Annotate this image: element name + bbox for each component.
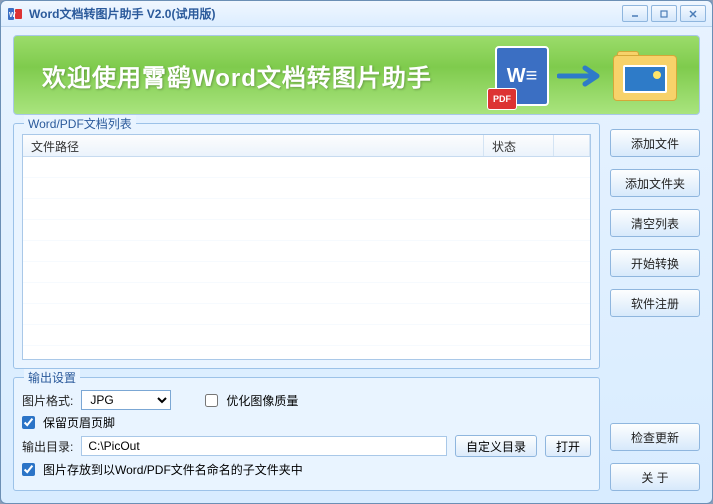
dir-label: 输出目录: xyxy=(22,438,73,455)
add-folder-button[interactable]: 添加文件夹 xyxy=(610,169,700,197)
header-footer-row: 保留页眉页脚 xyxy=(22,414,591,431)
custom-dir-button[interactable]: 自定义目录 xyxy=(455,435,537,457)
close-button[interactable] xyxy=(680,5,706,22)
filelist-legend: Word/PDF文档列表 xyxy=(24,115,136,132)
output-group: 输出设置 图片格式: JPG 优化图像质量 保留页眉页脚 输出目录: xyxy=(13,377,600,491)
main-window: W Word文档转图片助手 V2.0(试用版) 欢迎使用霄鹞Word文档转图片助… xyxy=(0,0,713,504)
register-button[interactable]: 软件注册 xyxy=(610,289,700,317)
file-table[interactable]: 文件路径 状态 xyxy=(22,134,591,360)
word-icon: PDF xyxy=(495,46,549,106)
keep-header-footer-checkbox[interactable] xyxy=(22,416,35,429)
banner-icons: PDF xyxy=(495,46,677,106)
folder-image-icon xyxy=(613,51,677,101)
output-legend: 输出设置 xyxy=(24,369,80,386)
titlebar: W Word文档转图片助手 V2.0(试用版) xyxy=(1,1,712,27)
about-button[interactable]: 关 于 xyxy=(610,463,700,491)
check-update-button[interactable]: 检查更新 xyxy=(610,423,700,451)
col-spacer-header xyxy=(554,135,590,156)
subfolder-row: 图片存放到以Word/PDF文件名命名的子文件夹中 xyxy=(22,461,591,478)
minimize-button[interactable] xyxy=(622,5,648,22)
subfolder-checkbox[interactable] xyxy=(22,463,35,476)
col-path-header[interactable]: 文件路径 xyxy=(23,135,484,156)
subfolder-label: 图片存放到以Word/PDF文件名命名的子文件夹中 xyxy=(43,461,303,478)
add-file-button[interactable]: 添加文件 xyxy=(610,129,700,157)
clear-list-button[interactable]: 清空列表 xyxy=(610,209,700,237)
side-button-column: 添加文件 添加文件夹 清空列表 开始转换 软件注册 检查更新 关 于 xyxy=(610,123,700,491)
format-label: 图片格式: xyxy=(22,392,73,409)
banner-text: 欢迎使用霄鹞Word文档转图片助手 xyxy=(42,58,432,93)
arrow-icon xyxy=(557,66,605,86)
filelist-group: Word/PDF文档列表 文件路径 状态 xyxy=(13,123,600,369)
file-table-body[interactable] xyxy=(23,157,590,359)
optimize-label: 优化图像质量 xyxy=(226,392,298,409)
left-column: Word/PDF文档列表 文件路径 状态 输出设置 图片格式: JPG xyxy=(13,123,600,491)
start-convert-button[interactable]: 开始转换 xyxy=(610,249,700,277)
dir-row: 输出目录: 自定义目录 打开 xyxy=(22,435,591,457)
open-dir-button[interactable]: 打开 xyxy=(545,435,591,457)
keep-header-footer-label: 保留页眉页脚 xyxy=(43,414,115,431)
format-select[interactable]: JPG xyxy=(81,390,171,410)
col-status-header[interactable]: 状态 xyxy=(484,135,554,156)
svg-text:W: W xyxy=(9,12,16,19)
maximize-button[interactable] xyxy=(651,5,677,22)
banner: 欢迎使用霄鹞Word文档转图片助手 PDF xyxy=(13,35,700,115)
window-controls xyxy=(622,5,706,22)
output-dir-input[interactable] xyxy=(81,436,447,456)
file-table-header: 文件路径 状态 xyxy=(23,135,590,157)
body-area: Word/PDF文档列表 文件路径 状态 输出设置 图片格式: JPG xyxy=(1,123,712,503)
pdf-icon: PDF xyxy=(487,88,517,110)
optimize-checkbox[interactable] xyxy=(205,394,218,407)
app-icon: W xyxy=(7,6,23,22)
window-title: Word文档转图片助手 V2.0(试用版) xyxy=(29,5,622,22)
format-row: 图片格式: JPG 优化图像质量 xyxy=(22,390,591,410)
